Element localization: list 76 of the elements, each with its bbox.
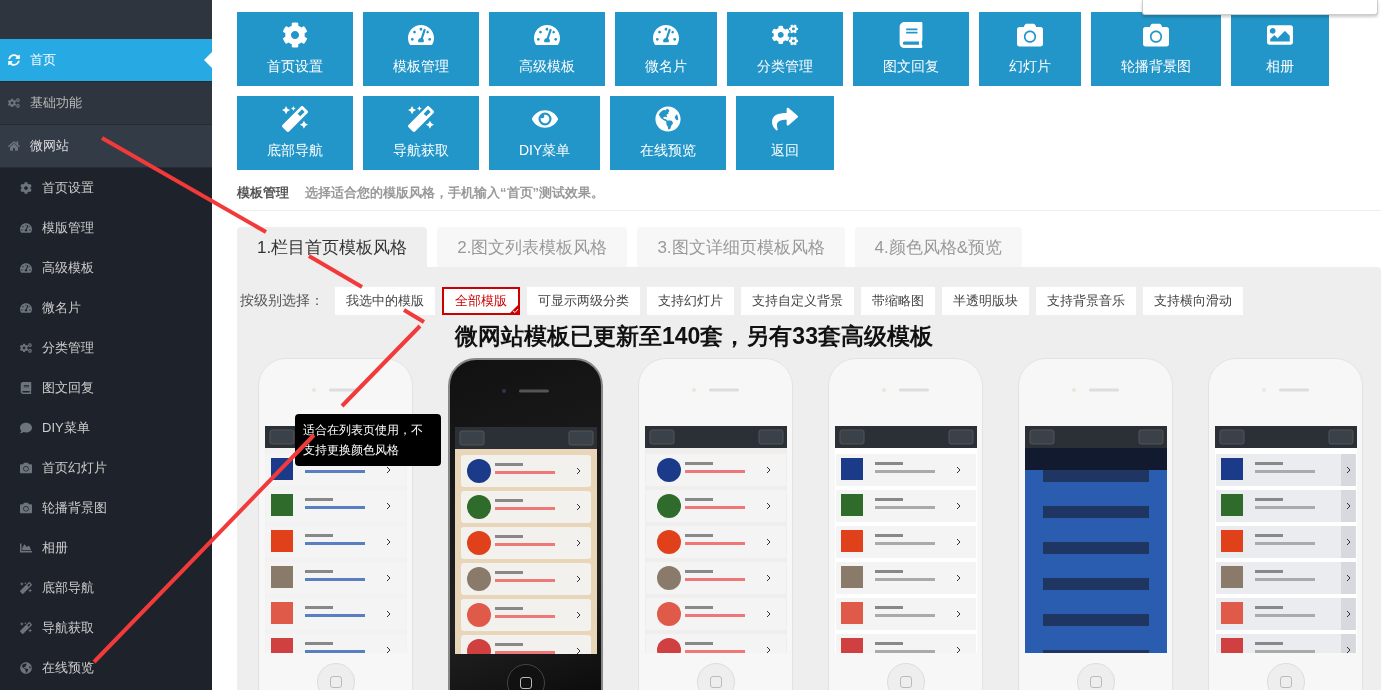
filter-label: 按级别选择： [240,292,324,310]
active-pointer-icon [204,52,212,68]
tile-icon [772,22,798,48]
home-button [316,663,355,690]
section-hint: 选择适合您的模版风格，手机输入“首页”测试效果。 [305,184,604,202]
filter-option[interactable]: 支持横向滑动 [1143,287,1243,315]
sidebar-item[interactable]: 基础功能 [0,82,212,125]
tooltip: 适合在列表页使用，不支持更换颜色风格 [295,414,441,466]
phone-template-preview[interactable] [448,358,603,690]
check-corner-icon [509,304,519,314]
sidebar-subitem-label: 高级模板 [42,259,94,277]
sidebar-subitem-icon [20,622,32,634]
tile-icon [282,106,308,132]
home-button [886,663,925,690]
section-title: 模板管理 [237,184,289,202]
sidebar-item-label: 微网站 [30,137,69,155]
tile-icon [408,106,434,132]
phone-speaker-icon [690,387,741,393]
sidebar-subitem-label: 首页设置 [42,179,94,197]
sidebar-subitem-label: 在线预览 [42,659,94,677]
sidebar-subitem-label: 微名片 [42,299,81,317]
tile-icon [1017,22,1043,48]
tile-icon [1143,22,1169,48]
sidebar-item[interactable]: 微网站 [0,125,212,168]
sidebar-item-label: 基础功能 [30,94,82,112]
phone-speaker-icon [1260,387,1311,393]
sidebar-subitem-icon [20,462,32,474]
tile-icon [408,22,434,48]
phone-speaker-icon [500,388,551,394]
sidebar-subitem-icon [20,582,32,594]
tile-icon [282,22,308,48]
sidebar-subitem-label: DIY菜单 [42,419,90,437]
sidebar-item-icon [8,97,20,109]
sidebar-subitem-label: 分类管理 [42,339,94,357]
sidebar-item-icon [8,140,20,152]
filter-option[interactable]: 半透明版块 [942,287,1029,315]
sidebar-subitem-icon [20,262,32,274]
tile-icon [1267,22,1293,48]
home-button [1266,663,1305,690]
filter-option[interactable]: 我选中的模版 [335,287,435,315]
sidebar-subitem-icon [20,502,32,514]
tile-icon [653,22,679,48]
sidebar-subitem-icon [20,222,32,234]
sidebar-subitem-label: 相册 [42,539,68,557]
sidebar-subitem-label: 首页幻灯片 [42,459,107,477]
filter-option[interactable]: 可显示两级分类 [527,287,640,315]
sidebar-subitem-label: 导航获取 [42,619,94,637]
tab[interactable]: 1.栏目首页模板风格 [237,227,428,267]
tile-icon [534,22,560,48]
filter-option[interactable]: 支持背景音乐 [1036,287,1136,315]
sidebar-subitem-icon [20,342,32,354]
sidebar-subitem-label: 图文回复 [42,379,94,397]
sidebar-subitem-icon [20,542,32,554]
sidebar-subitem-icon [20,382,32,394]
filter-option[interactable]: 全部模版 [442,287,520,315]
sidebar-subitem-label: 轮播背景图 [42,499,107,517]
filter-option[interactable]: 支持幻灯片 [647,287,734,315]
sidebar-subitem-icon [20,662,32,674]
phone-speaker-icon [880,387,931,393]
headline: 微网站模板已更新至140套，另有33套高级模板 [455,322,934,351]
home-button [506,664,545,690]
home-button [1076,663,1115,690]
filter-option[interactable]: 带缩略图 [861,287,935,315]
sidebar-subitem-label: 底部导航 [42,579,94,597]
home-button [696,663,735,690]
sidebar-subitem-icon [20,422,32,434]
tile-icon [772,106,799,132]
sidebar-subitem-icon [20,302,32,314]
sidebar-item-label: 首页 [30,51,56,69]
sidebar-item-icon [8,54,20,66]
filter-option[interactable]: 支持自定义背景 [741,287,854,315]
tile-icon [898,22,924,48]
tile-icon [655,106,682,132]
sidebar-subitem-label: 模版管理 [42,219,94,237]
sidebar-subitem-icon [20,182,32,194]
phone-speaker-icon [1070,387,1121,393]
